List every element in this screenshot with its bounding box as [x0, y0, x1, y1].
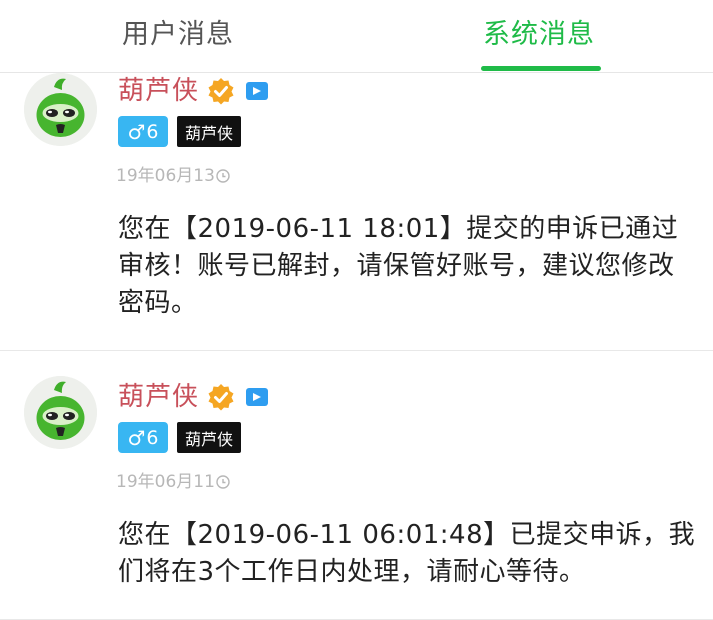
clock-icon — [216, 169, 230, 183]
verified-icon — [208, 384, 234, 411]
badge-row: ♂ 6 葫芦侠 — [118, 116, 242, 147]
avatar[interactable] — [24, 73, 97, 146]
badge-row: ♂ 6 葫芦侠 — [118, 422, 242, 453]
user-tag-badge: 葫芦侠 — [177, 422, 242, 453]
avatar[interactable] — [24, 376, 97, 449]
message-content: 您在【2019-06-11 06:01:48】已提交申诉，我们将在3个工作日内处… — [118, 520, 696, 587]
message-date: 19年06月11 — [116, 472, 230, 492]
tab-bar: 用户消息 系统消息 — [0, 0, 713, 73]
gender-level-badge: ♂ 6 — [118, 422, 168, 453]
video-icon — [246, 82, 269, 100]
verified-icon — [208, 78, 234, 105]
sender-name[interactable]: 葫芦侠 — [118, 75, 199, 107]
sender-row: 葫芦侠 — [118, 379, 269, 415]
user-tag-badge: 葫芦侠 — [177, 116, 242, 147]
gourd-mascot-icon — [24, 376, 97, 449]
tab-user-messages[interactable]: 用户消息 — [122, 18, 234, 52]
sender-row: 葫芦侠 — [118, 73, 269, 109]
message-date: 19年06月13 — [116, 166, 230, 186]
message-content: 您在【2019-06-11 18:01】提交的申诉已通过审核！账号已解封，请保管… — [118, 214, 679, 318]
male-icon: ♂ — [127, 425, 146, 450]
level-number: 6 — [146, 426, 159, 449]
gender-level-badge: ♂ 6 — [118, 116, 168, 147]
active-tab-indicator — [481, 66, 601, 71]
tab-system-messages[interactable]: 系统消息 — [483, 18, 595, 52]
clock-icon — [216, 475, 230, 489]
video-icon — [246, 388, 269, 406]
message-item[interactable]: 葫芦侠 ♂ 6 葫芦侠 19年06月11 您在【2019-06-11 06:01… — [0, 352, 713, 620]
date-text: 19年06月13 — [116, 166, 215, 186]
message-item[interactable]: 葫芦侠 ♂ 6 葫芦侠 19年06月13 您在【2019-06-11 18:01… — [0, 73, 713, 351]
sender-name[interactable]: 葫芦侠 — [118, 381, 199, 413]
gourd-mascot-icon — [24, 73, 97, 146]
date-text: 19年06月11 — [116, 472, 215, 492]
level-number: 6 — [146, 120, 159, 143]
male-icon: ♂ — [127, 119, 146, 144]
